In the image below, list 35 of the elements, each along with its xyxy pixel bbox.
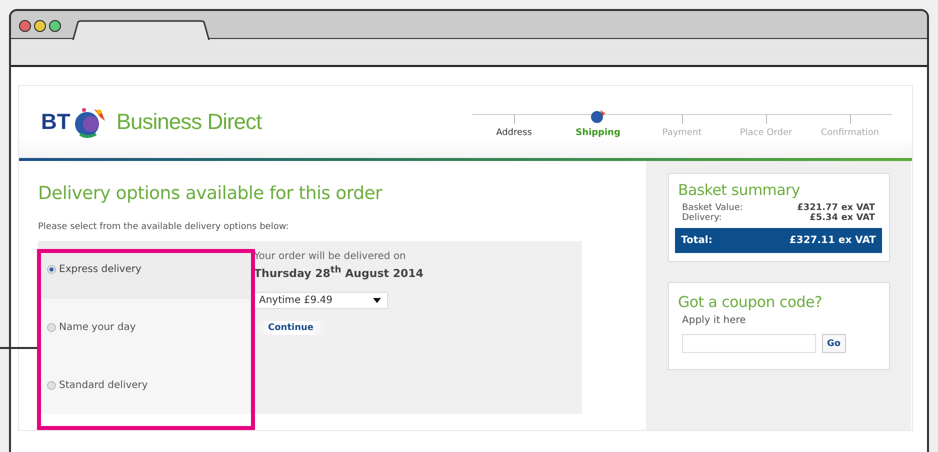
progress-step: Shipping	[576, 128, 620, 138]
summary-value: £321.77 ex VAT	[797, 203, 875, 213]
progress-step: Address	[496, 128, 532, 138]
total-value: £327.11 ex VAT	[789, 235, 876, 246]
progress-step: Payment	[662, 128, 702, 138]
total-label: Total:	[681, 235, 712, 246]
summary-label: Delivery:	[682, 213, 722, 223]
coupon-hint: Apply it here	[682, 315, 747, 326]
card-title: Basket summary	[678, 181, 801, 199]
progress-step: Place Order	[740, 128, 792, 138]
maximize-dot-icon[interactable]	[49, 20, 61, 32]
close-dot-icon[interactable]	[19, 20, 31, 32]
delivery-option[interactable]: Express delivery	[38, 241, 250, 299]
go-button[interactable]: Go	[822, 334, 846, 353]
radio-button[interactable]	[47, 265, 56, 274]
coupon-input-field[interactable]	[682, 334, 816, 353]
delivery-intro: Your order will be delivered on	[254, 251, 407, 262]
delivery-option[interactable]: Name your day	[38, 298, 250, 356]
brand-name: Business Direct	[116, 109, 262, 135]
section-heading: Delivery options available for this order	[38, 183, 384, 204]
progress-step: Confirmation	[820, 128, 880, 138]
summary-label: Basket Value:	[682, 203, 743, 213]
minimize-dot-icon[interactable]	[34, 20, 46, 32]
globe-step-icon	[590, 108, 606, 124]
card-title: Got a coupon code?	[678, 293, 824, 311]
delivery-option[interactable]: Standard delivery	[38, 356, 250, 414]
radio-button[interactable]	[47, 380, 56, 390]
time-slot-dropdown[interactable]: Anytime £9.49	[254, 292, 388, 309]
dropdown-caret-icon	[373, 298, 381, 303]
instruction-text: Please select from the available delivery options below:	[38, 222, 290, 232]
delivery-date: Thursday 28$^{th}$ August 2014	[254, 264, 424, 280]
browser-tab[interactable]	[72, 20, 212, 40]
summary-value: £5.34 ex VAT	[810, 213, 875, 223]
radio-button[interactable]	[47, 323, 56, 332]
logo-text: BT	[41, 109, 70, 135]
